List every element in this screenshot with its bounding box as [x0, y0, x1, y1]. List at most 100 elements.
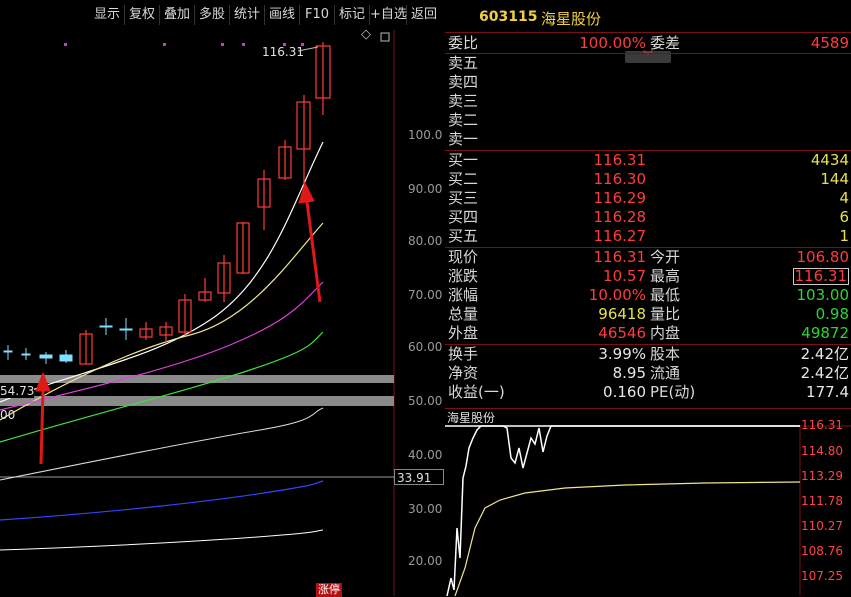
bid-label: 买四: [448, 208, 479, 226]
intraday-y-label: 110.27: [801, 519, 843, 533]
stat-label: 股本: [650, 345, 681, 363]
share-capital-value: 2.42亿: [800, 345, 849, 363]
stats-row: 现价 116.31 今开 106.80: [445, 248, 851, 267]
stat-label: 最高: [650, 267, 681, 285]
toolbar-adjust-button[interactable]: 复权: [125, 5, 160, 25]
diamond-icon[interactable]: ◇: [361, 27, 371, 42]
stat-label: 流通: [650, 364, 681, 382]
net-asset-value: 8.95: [612, 364, 646, 382]
bid-volume: 4434: [810, 151, 849, 169]
level-label: 54.73: [0, 384, 35, 398]
toolbar-stats-button[interactable]: 统计: [230, 5, 265, 25]
fundamentals-row: 换手 3.99% 股本 2.42亿: [445, 345, 851, 364]
limit-up-tag: 涨停: [316, 583, 342, 597]
bid-price: 116.30: [593, 170, 647, 188]
quote-header: 603115 海星股份: [445, 0, 851, 33]
ask-label: 卖一: [448, 130, 479, 148]
bid-price: 116.29: [593, 189, 647, 207]
quote-panel: 603115 海星股份 委比 100.00% 委差 4589 ︾ 卖五 卖四 卖…: [445, 0, 851, 410]
intraday-y-label: 107.25: [801, 569, 843, 583]
bid-label: 买三: [448, 189, 479, 207]
stat-label: PE(动): [650, 383, 696, 401]
y-axis-label: 20.00: [408, 554, 443, 568]
y-axis-label: 30.00: [408, 502, 443, 516]
intraday-y-label: 114.80: [801, 444, 843, 458]
stat-label: 收益(一): [448, 383, 505, 401]
y-axis-label: 40.00: [408, 448, 443, 462]
eps-value: 0.160: [603, 383, 646, 401]
ma120-line: [0, 480, 324, 521]
ask-row: 卖五: [445, 54, 851, 73]
ask-label: 卖五: [448, 54, 479, 72]
float-shares-value: 2.42亿: [800, 364, 849, 382]
high-price-label: 116.31: [262, 45, 304, 59]
intraday-price-line: [446, 425, 800, 596]
kline-chart[interactable]: ◇ 116.31 54.73 00 100.0 90.00 80.00 70.0…: [0, 27, 444, 597]
toolbar-draw-button[interactable]: 画线: [265, 5, 300, 25]
chart-toolbar: 显示 复权 叠加 多股 统计 画线 F10 标记 +自选 返回: [0, 0, 444, 30]
fundamentals-row: 净资 8.95 流通 2.42亿: [445, 364, 851, 383]
ask-label: 卖三: [448, 92, 479, 110]
bid-row: 买四 116.28 6: [445, 208, 851, 227]
stat-label: 涨幅: [448, 286, 479, 304]
bid-row: 买五 116.27 1: [445, 227, 851, 246]
inner-volume-value: 49872: [801, 324, 849, 342]
open-price-value: 106.80: [796, 248, 850, 266]
volume-ratio-value: 0.98: [815, 305, 849, 323]
bid-volume: 144: [820, 170, 849, 188]
annotation-arrows: [35, 181, 322, 465]
bid-price: 116.28: [593, 208, 647, 226]
toolbar-multi-stock-button[interactable]: 多股: [195, 5, 230, 25]
level-band-lower: [0, 396, 394, 406]
crosshair-price-label: 33.91: [394, 469, 444, 485]
stat-label: 最低: [650, 286, 681, 304]
bid-row: 买一 116.31 4434: [445, 151, 851, 170]
toolbar-mark-button[interactable]: 标记: [335, 5, 370, 25]
change-value: 10.57: [603, 267, 646, 285]
stat-label: 换手: [448, 345, 479, 363]
high-price-value: 116.31: [792, 267, 849, 285]
stats-row: 涨幅 10.00% 最低 103.00: [445, 286, 851, 305]
intraday-y-label: 113.29: [801, 469, 843, 483]
toolbar-overlay-button[interactable]: 叠加: [160, 5, 195, 25]
toolbar-f10-button[interactable]: F10: [300, 5, 335, 25]
ask-row: 卖三: [445, 92, 851, 111]
stat-label: 内盘: [650, 324, 681, 342]
stat-label: 今开: [650, 248, 681, 266]
order-diff-value: 4589: [810, 34, 849, 52]
stat-label: 总量: [448, 305, 479, 323]
ma250-line: [0, 529, 324, 551]
bid-price: 116.31: [593, 151, 647, 169]
ma60-line: [0, 407, 324, 481]
level-band-upper: [0, 375, 394, 383]
toolbar-display-button[interactable]: 显示: [90, 5, 125, 25]
y-axis-label: 70.00: [408, 288, 443, 302]
toolbar-back-button[interactable]: 返回: [407, 5, 441, 25]
stat-label: 涨跌: [448, 267, 479, 285]
left-level-label: 00: [0, 408, 16, 422]
stat-label: 现价: [448, 248, 479, 266]
y-axis-label: 50.00: [408, 394, 443, 408]
stats-row: 总量 96418 量比 0.98: [445, 305, 851, 324]
y-axis-label: 100.0: [408, 128, 443, 142]
stats-row: 涨跌 10.57 最高 116.31: [445, 267, 851, 286]
fundamentals-row: 收益(一) 0.160 PE(动) 177.4: [445, 383, 851, 402]
ask-row: 卖四: [445, 73, 851, 92]
outer-volume-value: 46546: [598, 324, 646, 342]
candles: [3, 42, 331, 365]
stat-label: 外盘: [448, 324, 479, 342]
bid-label: 买二: [448, 170, 479, 188]
bid-row: 买三 116.29 4: [445, 189, 851, 208]
last-price-value: 116.31: [593, 248, 647, 266]
bid-volume: 4: [839, 189, 849, 207]
small-box-icon: [380, 32, 390, 42]
intraday-y-label: 111.78: [801, 494, 843, 508]
ask-row: 卖二: [445, 111, 851, 130]
turnover-value: 3.99%: [598, 345, 646, 363]
toolbar-add-watchlist-button[interactable]: +自选: [370, 5, 407, 25]
intraday-chart[interactable]: 海星股份 116.31 114.80 113.29 111.78 110.27 …: [445, 408, 851, 596]
stat-label: 净资: [448, 364, 479, 382]
ma5-line: [0, 141, 324, 403]
stock-code: 603115: [479, 9, 538, 25]
intraday-canvas: [445, 425, 851, 596]
